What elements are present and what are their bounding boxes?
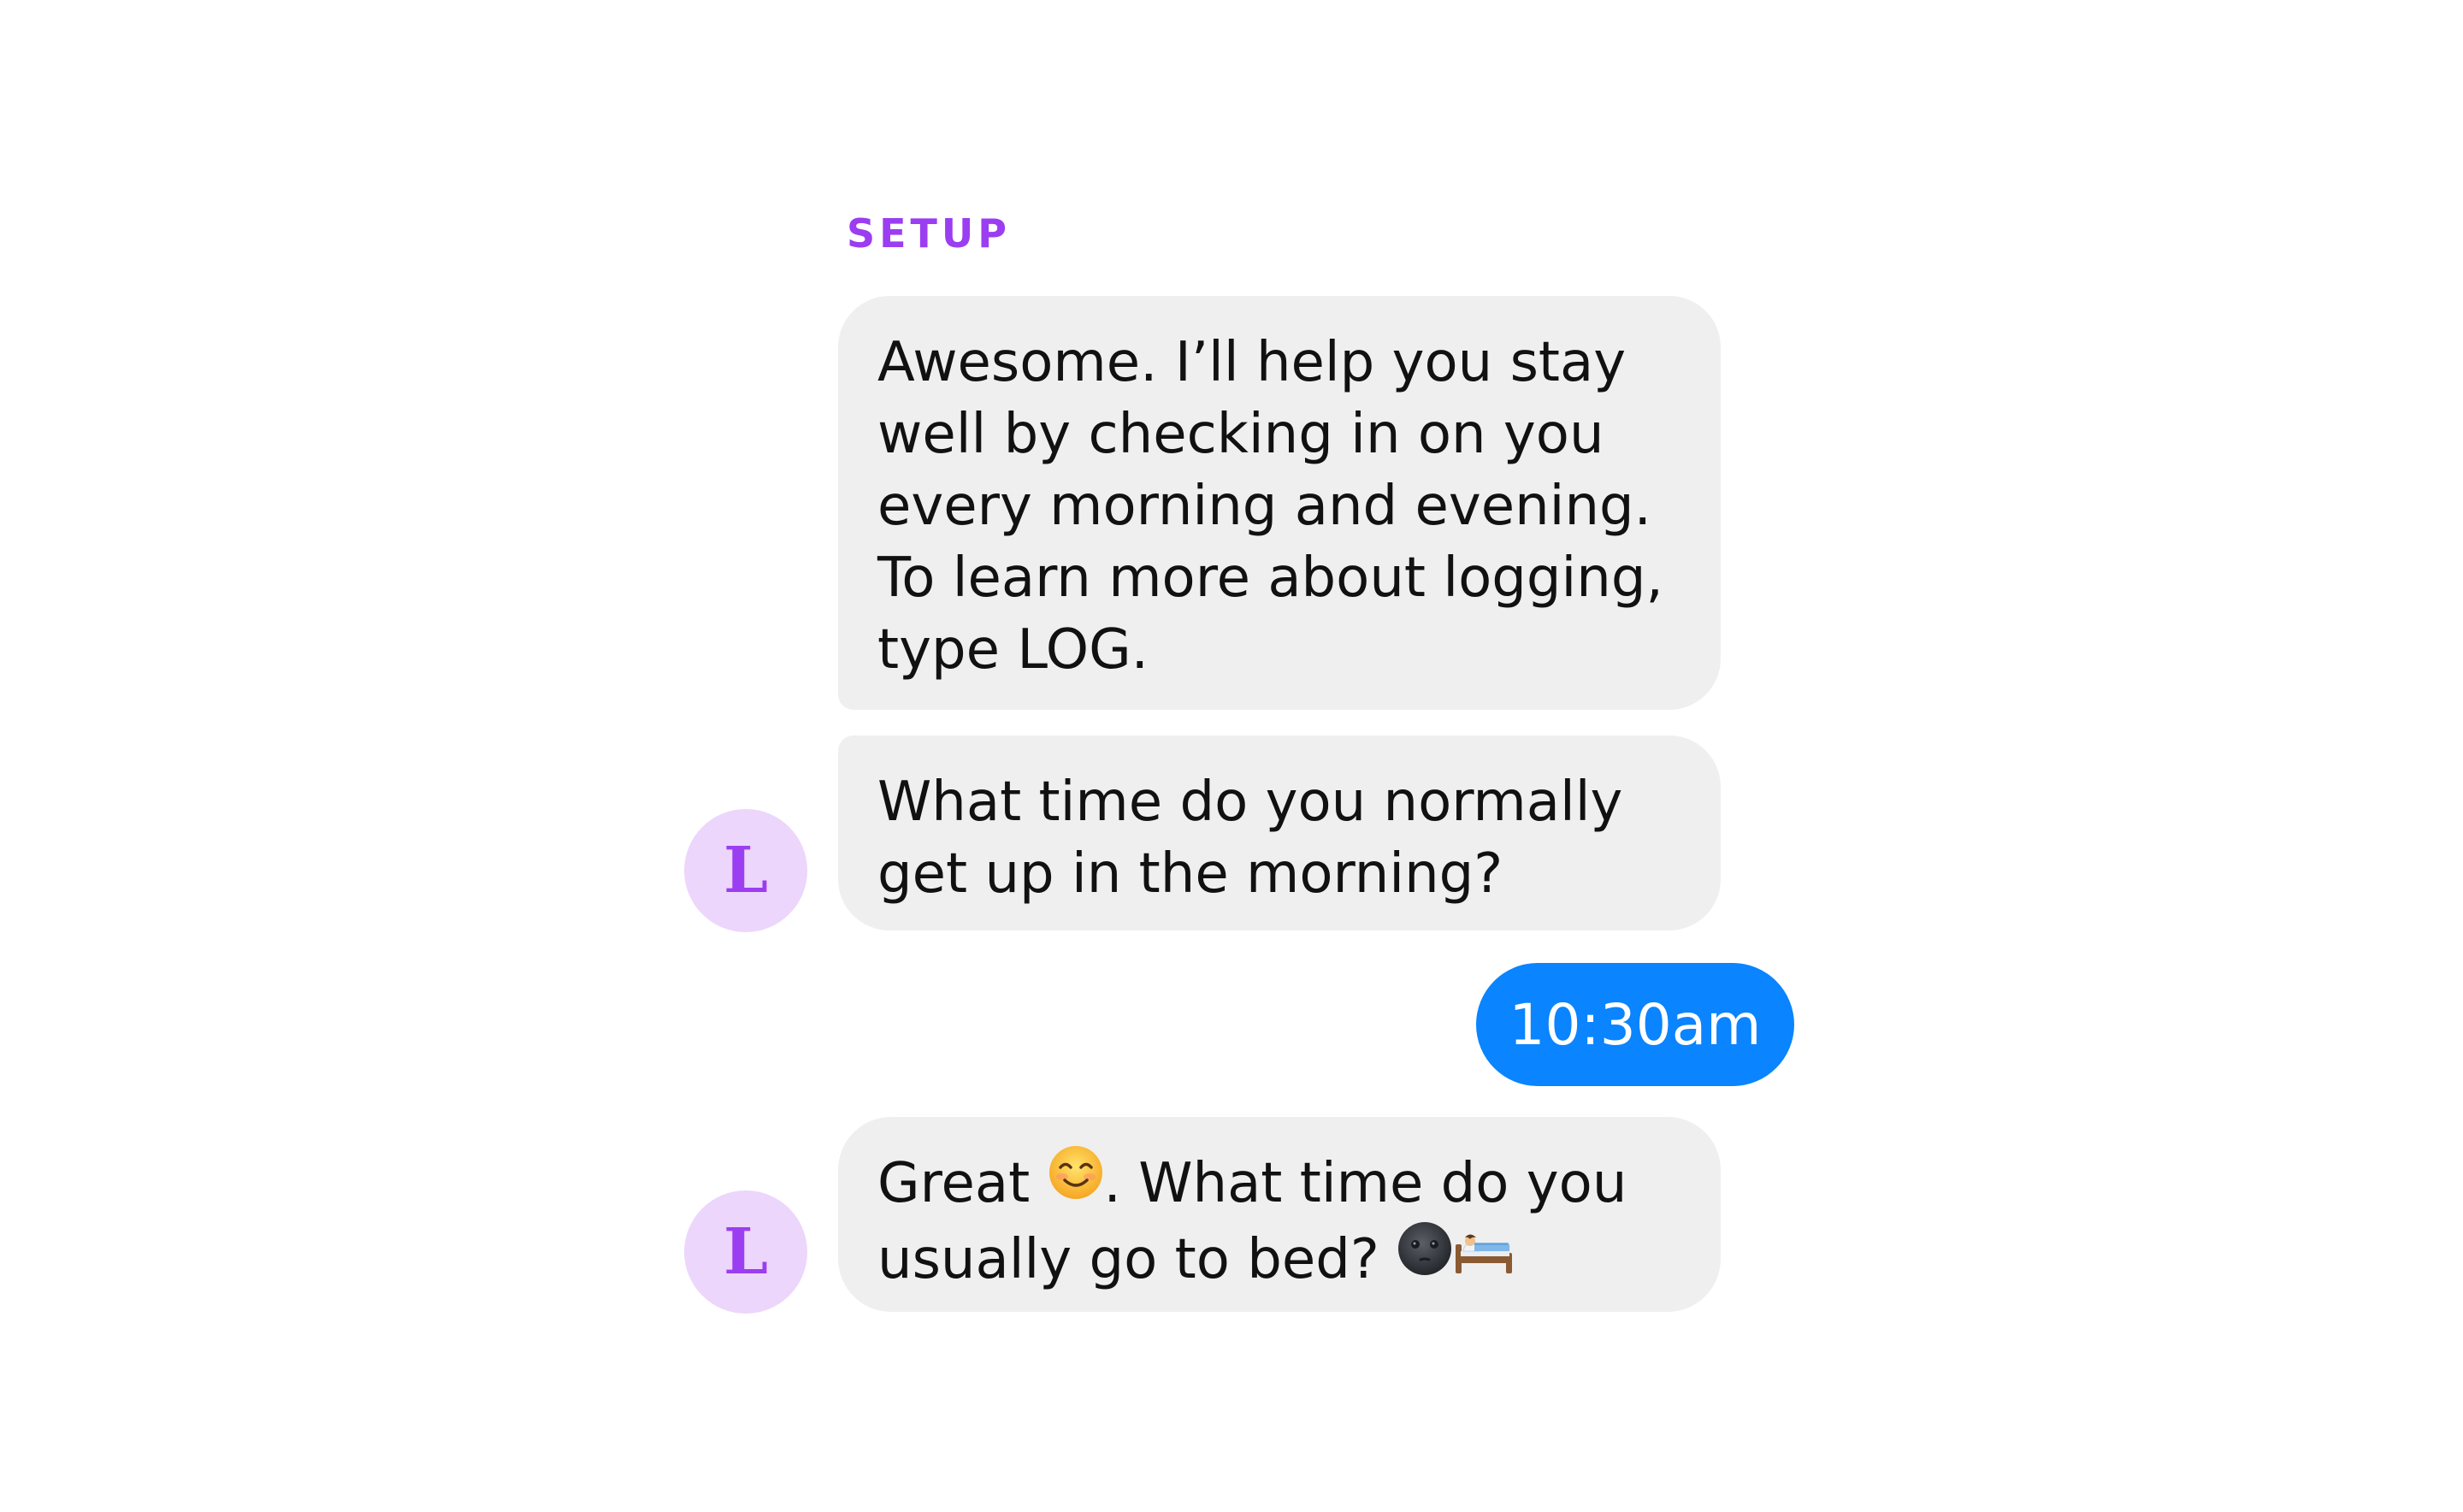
message-line: Great . What time do you	[877, 1145, 1681, 1224]
bot-message-bed-time: Great . What time do you usually go to b…	[838, 1117, 1721, 1312]
bot-message-wake-time: What time do you normally get up in the …	[838, 735, 1721, 930]
message-line: Awesome. I’ll help you stay	[877, 331, 1627, 394]
bot-avatar: L	[684, 809, 807, 932]
message-text: Great	[877, 1152, 1031, 1215]
new-moon-face-icon	[1397, 1220, 1453, 1295]
bed-icon	[1453, 1220, 1515, 1295]
message-text: usually go to bed?	[877, 1227, 1379, 1291]
bot-avatar: L	[684, 1190, 807, 1314]
message-line: usually go to bed?	[877, 1221, 1681, 1300]
message-line: every morning and evening.	[877, 475, 1651, 538]
bot-message-intro: Awesome. I’ll help you stay well by chec…	[838, 296, 1721, 710]
user-message-text: 10:30am	[1509, 991, 1762, 1058]
message-line: What time do you normally	[877, 771, 1623, 834]
section-title: SETUP	[847, 210, 1011, 257]
message-line: get up in the morning?	[877, 842, 1503, 906]
user-message: 10:30am	[1476, 963, 1794, 1086]
message-line: well by checking in on you	[877, 403, 1604, 466]
message-line: type LOG.	[877, 618, 1149, 682]
message-line: To learn more about logging,	[877, 546, 1663, 610]
message-text: . What time do you	[1103, 1152, 1627, 1215]
smiling-face-icon	[1048, 1144, 1104, 1219]
